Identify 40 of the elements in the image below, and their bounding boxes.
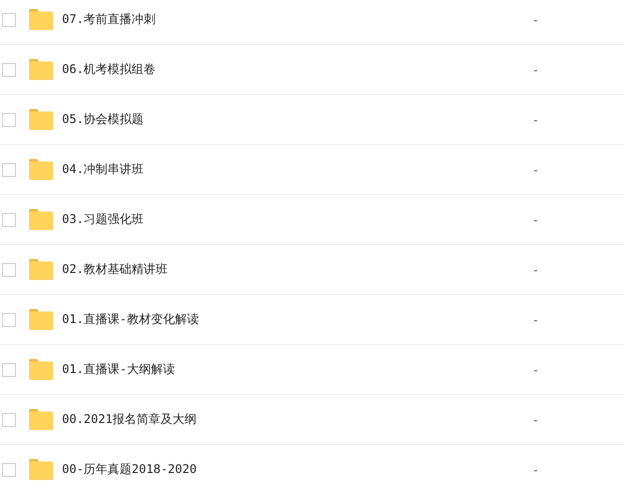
folder-icon — [29, 409, 53, 430]
folder-name[interactable]: 01.直播课-大纲解读 — [62, 361, 532, 378]
folder-name[interactable]: 04.冲制串讲班 — [62, 161, 532, 178]
checkbox[interactable] — [2, 212, 16, 226]
folder-name[interactable]: 03.习题强化班 — [62, 211, 532, 228]
checkbox[interactable] — [2, 362, 16, 376]
checkbox[interactable] — [2, 162, 16, 176]
checkbox[interactable] — [2, 62, 16, 76]
folder-icon — [29, 59, 53, 80]
folder-icon — [29, 159, 53, 180]
folder-icon — [29, 459, 53, 480]
file-size: - — [532, 362, 540, 376]
folder-icon — [29, 259, 53, 280]
file-size: - — [532, 112, 540, 126]
folder-name[interactable]: 06.机考模拟组卷 — [62, 61, 532, 78]
file-size: - — [532, 162, 540, 176]
folder-name[interactable]: 07.考前直播冲刺 — [62, 11, 532, 28]
folder-icon — [29, 359, 53, 380]
checkbox[interactable] — [2, 112, 16, 126]
file-size: - — [532, 12, 540, 26]
file-size: - — [532, 262, 540, 276]
folder-name[interactable]: 00.2021报名简章及大纲 — [62, 411, 532, 428]
folder-name[interactable]: 01.直播课-教材变化解读 — [62, 311, 532, 328]
file-size: - — [532, 212, 540, 226]
folder-icon — [29, 309, 53, 330]
checkbox[interactable] — [2, 312, 16, 326]
folder-name[interactable]: 00-历年真题2018-2020 — [62, 461, 532, 478]
folder-name[interactable]: 05.协会模拟题 — [62, 111, 532, 128]
checkbox[interactable] — [2, 462, 16, 476]
folder-icon — [29, 209, 53, 230]
file-size: - — [532, 412, 540, 426]
checkbox[interactable] — [2, 262, 16, 276]
folder-icon — [29, 9, 53, 30]
folder-name[interactable]: 02.教材基础精讲班 — [62, 261, 532, 278]
file-size: - — [532, 62, 540, 76]
checkbox[interactable] — [2, 412, 16, 426]
checkbox[interactable] — [2, 12, 16, 26]
folder-icon — [29, 109, 53, 130]
file-size: - — [532, 312, 540, 326]
file-size: - — [532, 462, 540, 476]
